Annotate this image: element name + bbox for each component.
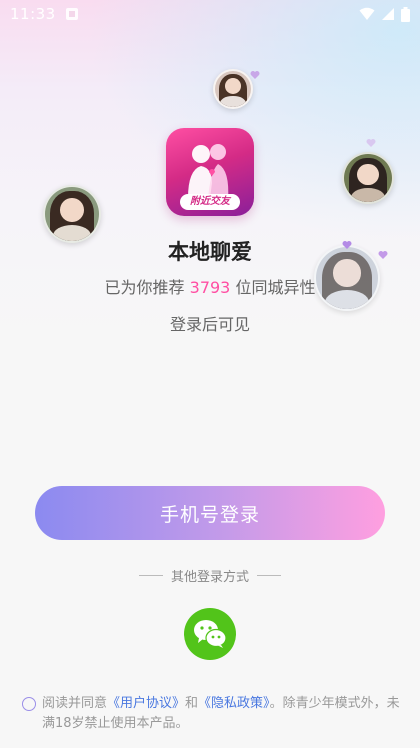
agreement-row: 阅读并同意《用户协议》和《隐私政策》。除青少年模式外，未满18岁禁止使用本产品。 [22, 694, 402, 734]
app-logo: 附近交友 [166, 128, 254, 216]
notification-icon [65, 8, 78, 20]
wechat-icon [194, 620, 227, 648]
status-right [359, 6, 410, 22]
avatar-right-upper[interactable] [342, 152, 394, 204]
wifi-icon [359, 7, 375, 20]
agreement-checkbox[interactable] [22, 697, 36, 711]
wechat-login-button[interactable] [184, 608, 236, 660]
other-login-divider: 其他登录方式 [0, 566, 420, 585]
other-login-label: 其他登录方式 [170, 570, 249, 585]
heart-icon [366, 139, 376, 147]
signal-icon [382, 8, 394, 20]
login-hint: 登录后可见 [169, 315, 250, 334]
agreement-and: 和 [185, 696, 199, 711]
phone-login-button[interactable]: 手机号登录 [35, 486, 385, 540]
status-time: 11:33 [10, 5, 56, 23]
recommend-text: 已为你推荐 3793 位同城异性 [0, 274, 420, 298]
agreement-prefix: 阅读并同意 [42, 696, 108, 711]
app-title: 本地聊爱 [168, 240, 252, 264]
privacy-policy-link[interactable]: 《隐私政策》 [198, 696, 270, 711]
divider-line-right [257, 575, 281, 576]
divider-line-left [138, 575, 163, 576]
avatar-left[interactable] [43, 185, 101, 243]
logo-badge: 附近交友 [180, 194, 240, 210]
recommend-suffix: 位同城异性 [230, 278, 316, 297]
status-left: 11:33 [10, 5, 78, 23]
user-agreement-link[interactable]: 《用户协议》 [107, 696, 185, 711]
agreement-text: 阅读并同意《用户协议》和《隐私政策》。除青少年模式外，未满18岁禁止使用本产品。 [42, 694, 402, 734]
avatar-top-center[interactable] [213, 69, 253, 109]
heart-icon [250, 71, 260, 79]
recommend-count: 3793 [189, 278, 231, 297]
status-bar: 11:33 [0, 0, 420, 28]
battery-icon [401, 6, 410, 22]
recommend-prefix: 已为你推荐 [104, 278, 190, 297]
